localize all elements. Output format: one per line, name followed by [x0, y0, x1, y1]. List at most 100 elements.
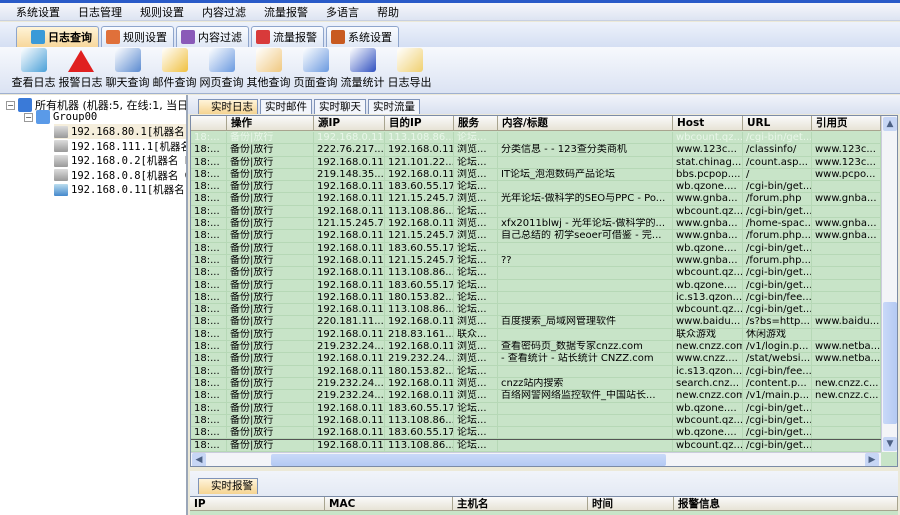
alarm-column-header[interactable]: 报警信息: [674, 497, 898, 510]
table-row[interactable]: 18:... 备份|放行 192.168.0.11 113.108.86... 论坛..…: [191, 439, 881, 452]
table-row[interactable]: 18:... 备份|放行 192.168.0.11 180.153.82... 论坛..…: [191, 291, 881, 305]
log-tab-1[interactable]: 实时邮件: [260, 99, 312, 114]
table-row[interactable]: 18:... 备份|放行 219.148.35... 192.168.0.11 浏览..…: [191, 168, 881, 182]
tab-3[interactable]: 流量报警: [251, 26, 324, 47]
table-row[interactable]: 18:... 备份|放行 192.168.0.11 121.15.245.7 浏览...…: [191, 193, 881, 206]
column-header[interactable]: 目的IP: [385, 116, 454, 130]
toolbar-button-4[interactable]: 网页查询: [200, 48, 244, 93]
toolbar-button-3[interactable]: 邮件查询: [152, 48, 197, 93]
alarm-column-header[interactable]: IP: [190, 497, 325, 510]
menu-help[interactable]: 帮助: [377, 4, 399, 20]
column-header[interactable]: [191, 116, 227, 130]
table-cell: 浏览...: [454, 218, 498, 230]
tab-0[interactable]: 日志查询: [16, 26, 99, 47]
table-row[interactable]: 18:... 备份|放行 219.232.24... 192.168.0.11 浏览..…: [191, 377, 881, 391]
tree-machine[interactable]: 192.168.80.1[机器名 P: [54, 124, 186, 139]
table-cell: 219.232.24...: [314, 341, 385, 353]
table-cell: 自己总结的 初学seoer可借鉴 - 完...: [498, 230, 673, 242]
column-header[interactable]: 引用页: [812, 116, 881, 130]
vertical-scrollbar[interactable]: ▲ ▼: [881, 116, 897, 452]
tree-machine[interactable]: 192.168.0.11[机器名 P: [54, 182, 186, 197]
tab-4[interactable]: 系统设置: [326, 26, 399, 47]
toolbar-button-6[interactable]: 页面查询: [294, 48, 338, 93]
tree-machine[interactable]: 192.168.111.1[机器名: [54, 139, 186, 154]
scroll-right-icon[interactable]: ▶: [865, 453, 879, 466]
toolbar-button-1[interactable]: 报警日志: [59, 48, 103, 93]
column-header[interactable]: URL: [743, 116, 812, 130]
log-tab-2[interactable]: 实时聊天: [314, 99, 366, 114]
table-row[interactable]: 18:... 备份|放行 192.168.0.11 121.15.245.7 论坛...…: [191, 254, 881, 268]
menu-language[interactable]: 多语言: [326, 4, 359, 20]
table-cell: 192.168.0.11: [314, 254, 385, 267]
collapse-icon[interactable]: −: [24, 112, 33, 122]
alarm-column-header[interactable]: MAC: [325, 497, 453, 510]
alarm-column-header[interactable]: 主机名: [453, 497, 588, 510]
table-row[interactable]: 18:... 备份|放行 222.76.217... 192.168.0.11 浏览..…: [191, 144, 881, 157]
tree-machine[interactable]: 192.168.0.2[机器名 LE: [54, 153, 186, 168]
column-header[interactable]: 源IP: [314, 116, 385, 130]
horizontal-scrollbar[interactable]: ◀ ▶: [191, 452, 881, 466]
table-row[interactable]: 18:... 备份|放行 192.168.0.11 121.101.22... 论坛..…: [191, 156, 881, 169]
table-cell: [812, 414, 881, 427]
table-row[interactable]: 18:... 备份|放行 192.168.0.11 113.108.86... 论坛..…: [191, 205, 881, 219]
log-tab-3[interactable]: 实时流量: [368, 99, 420, 114]
toolbar-label: 邮件查询: [152, 76, 197, 89]
collapse-icon[interactable]: −: [6, 100, 15, 110]
log-tab-0[interactable]: 实时日志: [198, 99, 258, 114]
column-header[interactable]: 内容/标题: [498, 116, 673, 130]
table-row[interactable]: 18:... 备份|放行 192.168.0.11 218.83.161... 联众..…: [191, 328, 881, 342]
toolbar-button-2[interactable]: 聊天查询: [106, 48, 150, 93]
table-cell: 192.168.0.11: [314, 279, 385, 291]
table-cell: 浏览...: [454, 316, 498, 328]
table-row[interactable]: 18:... 备份|放行 219.232.24... 192.168.0.11 浏览..…: [191, 390, 881, 403]
column-header[interactable]: 操作: [227, 116, 314, 130]
menu-log-management[interactable]: 日志管理: [78, 4, 122, 20]
tree-group[interactable]: − Group00: [24, 110, 97, 124]
scroll-up-icon[interactable]: ▲: [883, 117, 897, 131]
tree-machine[interactable]: 192.168.0.8[机器名 CH: [54, 168, 186, 183]
table-cell: /cgi-bin/get...: [743, 440, 812, 451]
table-row[interactable]: 18:... 备份|放行 192.168.0.11 183.60.55.17 论坛...…: [191, 242, 881, 255]
table-row[interactable]: 18:... 备份|放行 192.168.0.11 121.15.245.7 浏览...…: [191, 230, 881, 243]
scroll-thumb[interactable]: [883, 302, 897, 424]
table-cell: [498, 205, 673, 218]
toolbar-button-8[interactable]: 日志导出: [388, 48, 432, 93]
table-cell: 192.168.0.11: [385, 341, 454, 353]
alarm-row[interactable]: [190, 511, 898, 515]
table-row[interactable]: 18:... 备份|放行 192.168.0.11 113.108.86... 论坛..…: [191, 132, 881, 145]
scroll-left-icon[interactable]: ◀: [192, 453, 206, 466]
table-row[interactable]: 18:... 备份|放行 220.181.11... 192.168.0.11 浏览..…: [191, 316, 881, 329]
alarm-column-header[interactable]: 时间: [588, 497, 674, 510]
scroll-down-icon[interactable]: ▼: [883, 437, 897, 451]
menu-content-filter[interactable]: 内容过滤: [202, 4, 246, 20]
toolbar-button-5[interactable]: 其他查询: [247, 48, 291, 93]
toolbar-button-7[interactable]: 流量统计: [341, 48, 385, 93]
table-row[interactable]: 18:... 备份|放行 121.15.245.7 192.168.0.11 浏览...…: [191, 218, 881, 231]
table-row[interactable]: 18:... 备份|放行 192.168.0.11 219.232.24... 浏览..…: [191, 353, 881, 366]
tab-1[interactable]: 规则设置: [101, 26, 174, 47]
tab-realtime-alarm[interactable]: 实时报警: [198, 478, 258, 494]
table-cell: 18:...: [191, 242, 227, 254]
table-cell: cnzz站内搜索: [498, 377, 673, 390]
table-row[interactable]: 18:... 备份|放行 192.168.0.11 113.108.86... 论坛..…: [191, 267, 881, 280]
table-cell: /s?bs=http...: [743, 316, 812, 328]
column-header[interactable]: Host: [673, 116, 743, 130]
table-row[interactable]: 18:... 备份|放行 192.168.0.11 183.60.55.17 论坛...…: [191, 181, 881, 194]
table-row[interactable]: 18:... 备份|放行 192.168.0.11 183.60.55.17 论坛...…: [191, 427, 881, 440]
table-cell: [812, 279, 881, 291]
menu-traffic-alarm[interactable]: 流量报警: [264, 4, 308, 20]
toolbar-icon: [349, 48, 376, 72]
toolbar-button-0[interactable]: 查看日志: [12, 48, 56, 93]
table-row[interactable]: 18:... 备份|放行 192.168.0.11 113.108.86... 论坛..…: [191, 414, 881, 428]
table-row[interactable]: 18:... 备份|放行 192.168.0.11 183.60.55.17 论坛...…: [191, 402, 881, 415]
menu-system-settings[interactable]: 系统设置: [16, 4, 60, 20]
menu-rule-settings[interactable]: 规则设置: [140, 4, 184, 20]
table-cell: wbcount.qz...: [673, 205, 743, 218]
hscroll-thumb[interactable]: [271, 454, 666, 466]
tab-2[interactable]: 内容过滤: [176, 26, 249, 47]
table-row[interactable]: 18:... 备份|放行 219.232.24... 192.168.0.11 浏览..…: [191, 341, 881, 354]
table-row[interactable]: 18:... 备份|放行 192.168.0.11 180.153.82... 论坛..…: [191, 365, 881, 378]
table-row[interactable]: 18:... 备份|放行 192.168.0.11 113.108.86... 论坛..…: [191, 304, 881, 317]
table-row[interactable]: 18:... 备份|放行 192.168.0.11 183.60.55.17 论坛...…: [191, 279, 881, 292]
column-header[interactable]: 服务: [454, 116, 498, 130]
